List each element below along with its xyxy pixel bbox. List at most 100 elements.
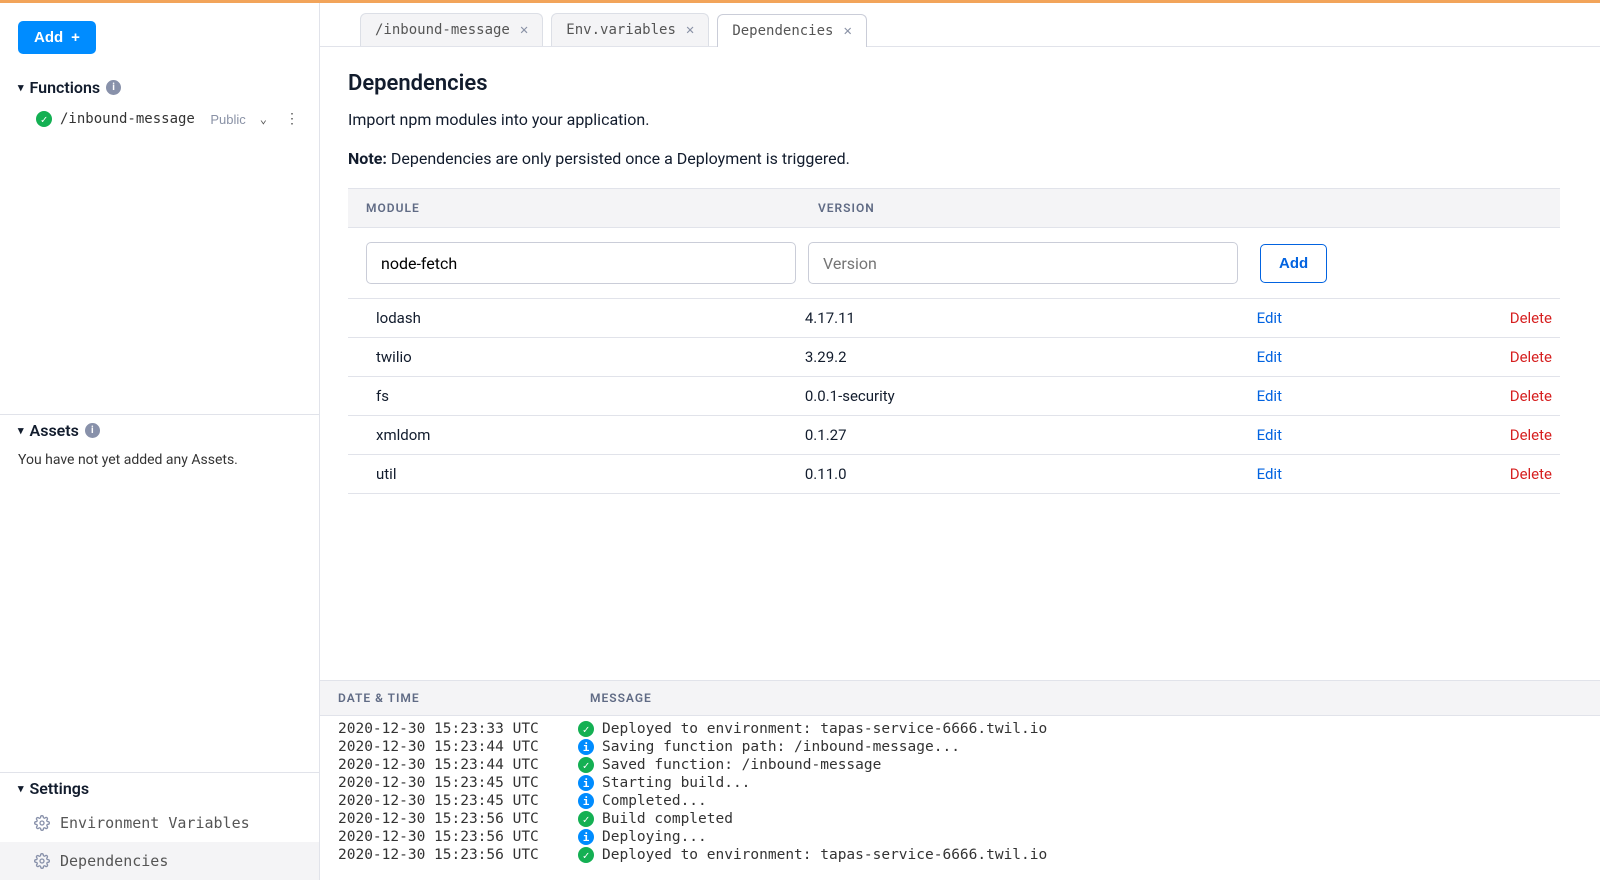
log-timestamp: 2020-12-30 15:23:44 UTC	[320, 757, 578, 773]
version-input[interactable]	[808, 242, 1238, 284]
log-column-date: DATE & TIME	[320, 691, 590, 705]
tab-label: Dependencies	[732, 23, 833, 39]
check-circle-icon: ✓	[578, 757, 594, 773]
tab-bar: /inbound-message✕Env.variables✕Dependenc…	[320, 3, 1600, 47]
tab[interactable]: Env.variables ✕	[551, 13, 709, 46]
log-header: DATE & TIME MESSAGE	[320, 681, 1600, 716]
check-circle-icon: ✓	[578, 847, 594, 863]
dependency-row: fs0.0.1-securityEditDelete	[348, 377, 1560, 416]
delete-link[interactable]: Delete	[1510, 426, 1560, 444]
log-row: 2020-12-30 15:23:56 UTC✓ Build completed	[320, 810, 1600, 828]
kebab-menu-icon[interactable]: ⋮	[281, 112, 303, 126]
functions-label: Functions	[30, 78, 101, 97]
settings-item-label: Environment Variables	[60, 814, 250, 832]
dependency-module: util	[348, 465, 805, 483]
log-row: 2020-12-30 15:23:56 UTCiDeploying...	[320, 828, 1600, 846]
log-message: Deployed to environment: tapas-service-6…	[602, 721, 1600, 737]
plus-icon: +	[71, 29, 80, 46]
delete-link[interactable]: Delete	[1510, 348, 1560, 366]
log-message: Build completed	[602, 811, 1600, 827]
dependencies-table-header: MODULE VERSION	[348, 188, 1560, 228]
info-icon: i	[85, 423, 100, 438]
settings-item-label: Dependencies	[60, 852, 168, 870]
edit-link[interactable]: Edit	[1257, 348, 1510, 366]
dependency-module: twilio	[348, 348, 805, 366]
log-row: 2020-12-30 15:23:33 UTC✓ Deployed to envi…	[320, 720, 1600, 738]
note-prefix: Note:	[348, 149, 387, 168]
log-message: Starting build...	[602, 775, 1600, 791]
caret-down-icon: ▾	[18, 424, 24, 437]
tab-label: Env.variables	[566, 22, 676, 38]
log-message: Saved function: /inbound-message	[602, 757, 1600, 773]
info-circle-icon: i	[578, 739, 594, 755]
add-dependency-row: Add	[348, 228, 1560, 299]
info-circle-icon: i	[578, 793, 594, 809]
log-timestamp: 2020-12-30 15:23:56 UTC	[320, 847, 578, 863]
dependency-row: util0.11.0EditDelete	[348, 455, 1560, 494]
dependency-module: lodash	[348, 309, 805, 327]
log-message: Saving function path: /inbound-message..…	[602, 739, 1600, 755]
log-row: 2020-12-30 15:23:45 UTCiStarting build..…	[320, 774, 1600, 792]
functions-section-header[interactable]: ▾ Functions i	[0, 72, 319, 103]
dependency-version: 0.11.0	[805, 465, 1257, 483]
edit-link[interactable]: Edit	[1257, 465, 1510, 483]
delete-link[interactable]: Delete	[1510, 387, 1560, 405]
layout: Add + ▾ Functions i ✓/inbound-messagePub…	[0, 3, 1600, 880]
check-circle-icon: ✓	[578, 721, 594, 737]
assets-section-header[interactable]: ▾ Assets i	[0, 415, 319, 446]
tab[interactable]: /inbound-message✕	[360, 13, 543, 46]
status-success-icon: ✓	[36, 111, 52, 127]
content: Dependencies Import npm modules into you…	[320, 47, 1600, 680]
tab[interactable]: Dependencies ✕	[717, 14, 867, 47]
column-header-module: MODULE	[348, 201, 808, 215]
log-timestamp: 2020-12-30 15:23:56 UTC	[320, 811, 578, 827]
caret-down-icon: ▾	[18, 81, 24, 94]
log-panel: DATE & TIME MESSAGE 2020-12-30 15:23:33 …	[320, 680, 1600, 880]
close-icon[interactable]: ✕	[520, 22, 528, 38]
edit-link[interactable]: Edit	[1257, 387, 1510, 405]
dependency-module: fs	[348, 387, 805, 405]
assets-label: Assets	[30, 421, 79, 440]
log-column-message: MESSAGE	[590, 691, 1600, 705]
dependency-module: xmldom	[348, 426, 805, 444]
dependency-version: 0.0.1-security	[805, 387, 1257, 405]
main: /inbound-message✕Env.variables✕Dependenc…	[320, 3, 1600, 880]
delete-link[interactable]: Delete	[1510, 465, 1560, 483]
chevron-down-icon[interactable]: ⌄	[254, 112, 273, 126]
close-icon[interactable]: ✕	[686, 22, 694, 38]
edit-link[interactable]: Edit	[1257, 309, 1510, 327]
sidebar-settings-item[interactable]: Environment Variables	[0, 804, 319, 842]
settings-label: Settings	[30, 779, 90, 798]
info-icon: i	[106, 80, 121, 95]
dependency-row: twilio3.29.2EditDelete	[348, 338, 1560, 377]
delete-link[interactable]: Delete	[1510, 309, 1560, 327]
info-circle-icon: i	[578, 775, 594, 791]
log-timestamp: 2020-12-30 15:23:33 UTC	[320, 721, 578, 737]
dependency-version: 0.1.27	[805, 426, 1257, 444]
log-timestamp: 2020-12-30 15:23:44 UTC	[320, 739, 578, 755]
sidebar-settings-item[interactable]: Dependencies	[0, 842, 319, 880]
dependency-version: 4.17.11	[805, 309, 1257, 327]
log-message: Deploying...	[602, 829, 1600, 845]
dependency-version: 3.29.2	[805, 348, 1257, 366]
note-text: Dependencies are only persisted once a D…	[387, 149, 850, 168]
page-note: Note: Dependencies are only persisted on…	[348, 149, 1560, 168]
close-icon[interactable]: ✕	[843, 23, 851, 39]
module-input[interactable]	[366, 242, 796, 284]
sidebar: Add + ▾ Functions i ✓/inbound-messagePub…	[0, 3, 320, 880]
log-timestamp: 2020-12-30 15:23:45 UTC	[320, 793, 578, 809]
log-message: Completed...	[602, 793, 1600, 809]
log-row: 2020-12-30 15:23:44 UTCi Saving function …	[320, 738, 1600, 756]
gear-icon	[34, 815, 50, 831]
log-row: 2020-12-30 15:23:56 UTC✓Deployed to envi…	[320, 846, 1600, 864]
dependency-row: lodash4.17.11EditDelete	[348, 299, 1560, 338]
log-row: 2020-12-30 15:23:44 UTC✓ Saved function: …	[320, 756, 1600, 774]
check-circle-icon: ✓	[578, 811, 594, 827]
sidebar-function-item[interactable]: ✓/inbound-messagePublic⌄⋮	[0, 103, 319, 135]
dependency-row: xmldom0.1.27EditDelete	[348, 416, 1560, 455]
edit-link[interactable]: Edit	[1257, 426, 1510, 444]
settings-section-header[interactable]: ▾ Settings	[0, 773, 319, 804]
add-button[interactable]: Add +	[18, 21, 96, 54]
gear-icon	[34, 853, 50, 869]
add-dependency-button[interactable]: Add	[1260, 244, 1327, 283]
